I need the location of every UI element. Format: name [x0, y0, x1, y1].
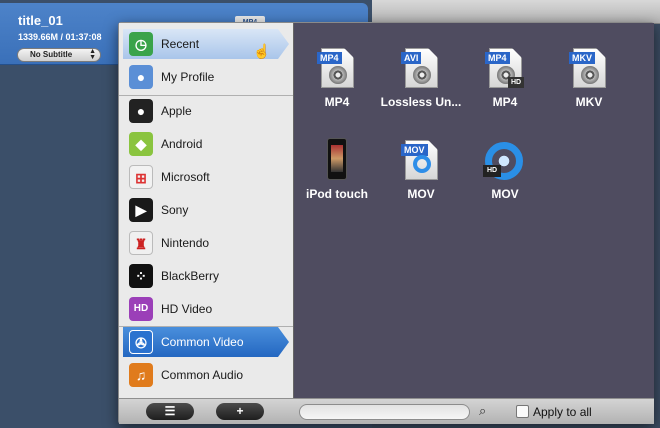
sidebar-item-common-audio[interactable]: ♫ Common Audio — [123, 360, 289, 390]
format-name: MP4 — [324, 95, 350, 109]
format-tag: MP4 — [485, 52, 510, 64]
ipod-touch-icon — [327, 138, 347, 180]
format-item-mkv[interactable]: MKV MKV — [547, 43, 631, 121]
playstation-icon: ▶ — [129, 198, 153, 222]
format-item-avi[interactable]: AVI Lossless Un... — [379, 43, 463, 121]
sidebar-item-label: BlackBerry — [161, 269, 220, 283]
format-picker-popover: ◷ Recent ● My Profile ● Apple ◆ Android … — [118, 22, 654, 424]
sidebar-item-microsoft[interactable]: ⊞ Microsoft — [123, 162, 289, 192]
pointer-cursor-icon: ☝ — [253, 43, 271, 59]
format-tag: MP4 — [317, 52, 342, 64]
windows-icon: ⊞ — [129, 165, 153, 189]
list-button[interactable]: ☰ — [146, 403, 194, 420]
popover-bottom-bar: ☰ + ⌕ Apply to all — [119, 398, 654, 424]
sidebar-item-label: HD Video — [161, 302, 213, 316]
sidebar-item-my-profile[interactable]: ● My Profile — [123, 62, 289, 92]
apply-to-all-label: Apply to all — [533, 405, 592, 419]
film-reel-icon: ✇ — [129, 330, 153, 354]
apple-icon: ● — [129, 99, 153, 123]
format-name: MOV — [407, 187, 435, 201]
title-name: title_01 — [18, 13, 63, 28]
search-input[interactable] — [299, 404, 470, 420]
sidebar-item-android[interactable]: ◆ Android — [123, 129, 289, 159]
android-icon: ◆ — [129, 132, 153, 156]
format-item-mov-hd[interactable]: HD MOV — [463, 135, 547, 213]
subtitle-select[interactable]: No Subtitle ▲ ▼ — [17, 48, 101, 62]
music-note-icon: ♫ — [129, 363, 153, 387]
sidebar-item-sony[interactable]: ▶ Sony — [123, 195, 289, 225]
sidebar-item-common-video[interactable]: ✇ Common Video — [123, 327, 289, 357]
sidebar-item-apple[interactable]: ● Apple — [123, 96, 289, 126]
format-name: MKV — [575, 95, 603, 109]
sidebar-item-label: Microsoft — [161, 170, 210, 184]
format-item-mp4-hd[interactable]: MP4 HD MP4 — [463, 43, 547, 121]
clock-icon: ◷ — [129, 32, 153, 56]
sidebar-item-label: Common Video — [161, 335, 244, 349]
title-size-duration: 1339.66M / 01:37:08 — [18, 32, 102, 42]
format-name: MP4 — [492, 95, 518, 109]
sidebar-item-label: Common Audio — [161, 368, 244, 382]
blackberry-icon: ⁘ — [129, 264, 153, 288]
hd-video-icon: HD — [129, 297, 153, 321]
film-reel-icon — [329, 66, 347, 84]
format-item-ipod-touch[interactable]: iPod touch — [295, 135, 379, 213]
subtitle-select-value: No Subtitle — [30, 50, 73, 59]
format-grid: MP4 MP4 AVI Lossless Un... MP4 HD MP4 MK… — [293, 23, 654, 398]
quicktime-icon — [413, 155, 431, 173]
category-sidebar: ◷ Recent ● My Profile ● Apple ◆ Android … — [119, 23, 293, 398]
sidebar-item-nintendo[interactable]: ♜ Nintendo — [123, 228, 289, 258]
format-item-mov[interactable]: MOV MOV — [379, 135, 463, 213]
format-tag: MKV — [569, 52, 595, 64]
sidebar-item-label: My Profile — [161, 70, 215, 84]
format-name: MOV — [491, 187, 519, 201]
sidebar-item-hd-video[interactable]: HD HD Video — [123, 294, 289, 324]
format-name: Lossless Un... — [380, 95, 462, 109]
sidebar-item-blackberry[interactable]: ⁘ BlackBerry — [123, 261, 289, 291]
sidebar-item-label: Android — [161, 137, 203, 151]
mario-icon: ♜ — [129, 231, 153, 255]
sidebar-item-label: Sony — [161, 203, 189, 217]
format-name: iPod touch — [306, 187, 368, 201]
hd-badge: HD — [508, 77, 524, 88]
toolbar-strip — [372, 0, 660, 24]
format-tag: AVI — [401, 52, 422, 64]
profile-icon: ● — [129, 65, 153, 89]
sidebar-item-label: Apple — [161, 104, 192, 118]
apply-to-all-checkbox[interactable] — [516, 405, 529, 418]
sidebar-item-label: Nintendo — [161, 236, 210, 250]
hd-badge: HD — [483, 165, 501, 177]
updown-arrows-icon: ▲ ▼ — [89, 48, 96, 61]
divider — [119, 326, 293, 327]
sidebar-item-label: Recent — [161, 37, 200, 51]
film-reel-icon — [413, 66, 431, 84]
format-item-mp4[interactable]: MP4 MP4 — [295, 43, 379, 121]
search-icon[interactable]: ⌕ — [479, 403, 486, 419]
film-reel-icon — [581, 66, 599, 84]
add-button[interactable]: + — [216, 403, 264, 420]
